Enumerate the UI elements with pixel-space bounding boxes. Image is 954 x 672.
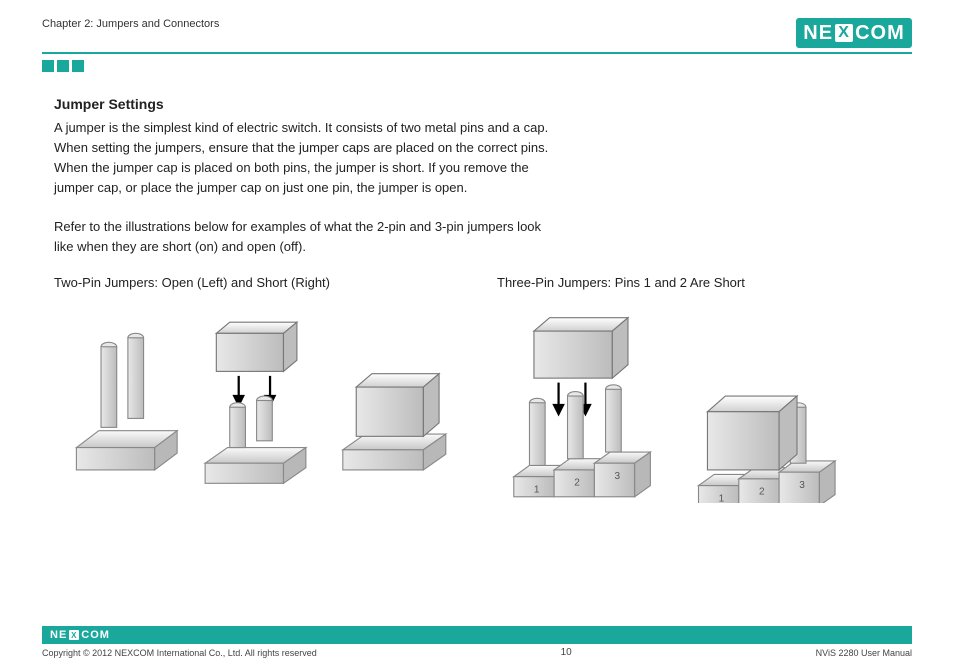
logo-x-icon: X bbox=[835, 24, 853, 42]
two-pin-jumper-illustration bbox=[54, 302, 457, 492]
left-figure-caption: Two-Pin Jumpers: Open (Left) and Short (… bbox=[54, 275, 457, 290]
section-heading: Jumper Settings bbox=[54, 96, 900, 112]
logo-text-right: COM bbox=[855, 22, 905, 45]
three-pin-jumper-illustration: 1 2 3 bbox=[497, 302, 900, 504]
footer-bar: NE X COM bbox=[42, 626, 912, 644]
brand-logo: NE X COM bbox=[796, 18, 912, 48]
body-paragraph-2: Refer to the illustrations below for exa… bbox=[54, 217, 554, 257]
brand-logo-small: NE X COM bbox=[50, 629, 110, 641]
copyright-text: Copyright © 2012 NEXCOM International Co… bbox=[42, 648, 317, 658]
chapter-title: Chapter 2: Jumpers and Connectors bbox=[42, 18, 219, 30]
svg-text:2: 2 bbox=[574, 477, 580, 488]
svg-text:3: 3 bbox=[799, 480, 805, 491]
logo-text-left: NE bbox=[803, 22, 833, 45]
svg-text:3: 3 bbox=[615, 471, 621, 482]
body-paragraph-1: A jumper is the simplest kind of electri… bbox=[54, 118, 554, 199]
svg-text:1: 1 bbox=[534, 484, 540, 495]
page-number: 10 bbox=[561, 647, 572, 658]
svg-text:1: 1 bbox=[719, 493, 725, 503]
decorative-squares-icon bbox=[42, 60, 912, 72]
document-title: NViS 2280 User Manual bbox=[816, 648, 912, 658]
right-figure-caption: Three-Pin Jumpers: Pins 1 and 2 Are Shor… bbox=[497, 275, 900, 290]
header-divider bbox=[42, 52, 912, 54]
svg-text:2: 2 bbox=[759, 486, 765, 497]
